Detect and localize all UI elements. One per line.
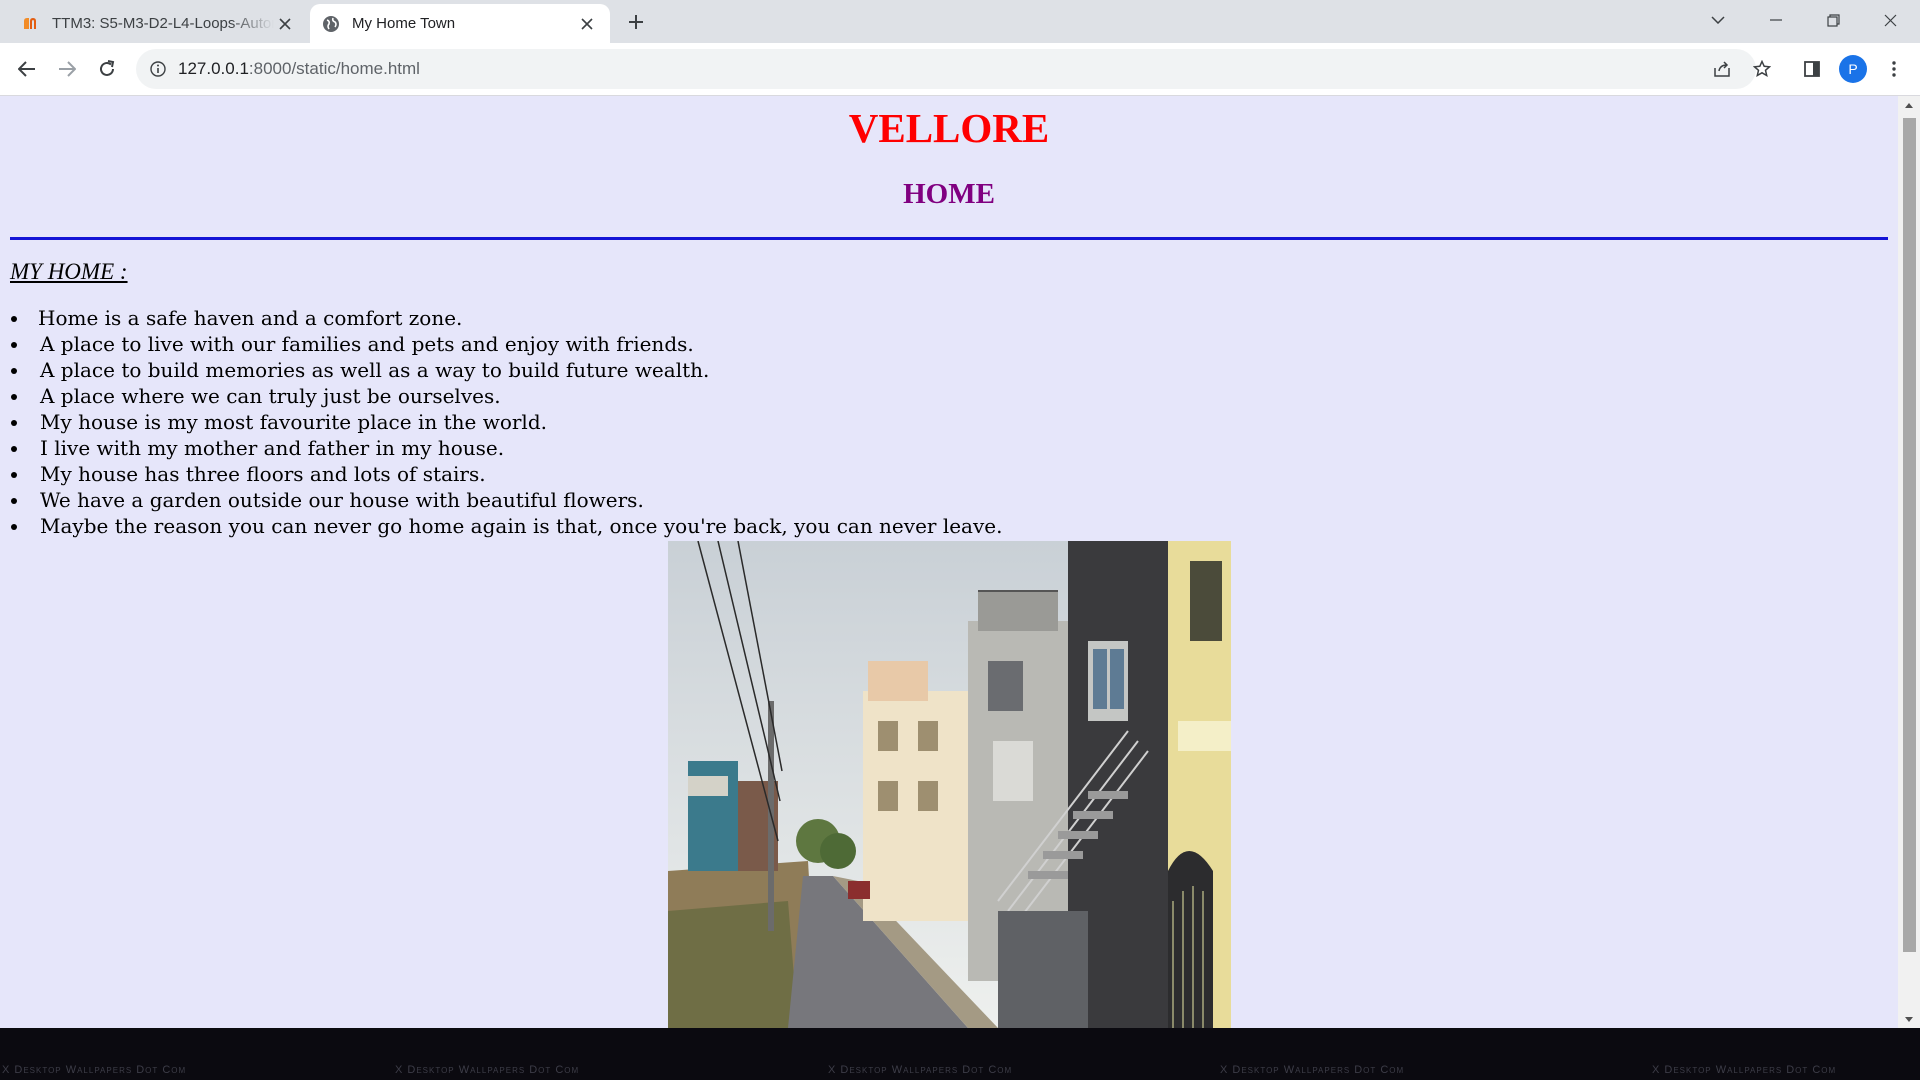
url-path: :8000/static/home.html: [248, 59, 420, 78]
tab-title: TTM3: S5-M3-D2-L4-Loops-Automation: [52, 15, 274, 32]
section-title: MY HOME :: [10, 259, 128, 284]
close-icon[interactable]: [576, 13, 598, 35]
close-icon[interactable]: [274, 13, 296, 35]
list-item: Maybe the reason you can never go home a…: [10, 513, 1002, 539]
new-tab-button[interactable]: [622, 8, 650, 36]
street-with-houses-photo: [668, 541, 1231, 1028]
wallpaper-watermark: X Desktop Wallpapers Dot Com: [395, 1064, 580, 1076]
orange-logo-icon: [22, 15, 40, 33]
tab-my-home-town[interactable]: My Home Town: [310, 4, 610, 43]
browser-toolbar: 127.0.0.1:8000/static/home.html P: [0, 43, 1920, 96]
wallpaper-watermark: X Desktop Wallpapers Dot Com: [2, 1064, 187, 1076]
bookmark-star-icon[interactable]: [1746, 53, 1778, 85]
tab-search-chevron-down-icon[interactable]: [1690, 0, 1746, 40]
wallpaper-watermark: X Desktop Wallpapers Dot Com: [828, 1064, 1013, 1076]
wallpaper-watermark: X Desktop Wallpapers Dot Com: [1220, 1064, 1405, 1076]
address-bar[interactable]: 127.0.0.1:8000/static/home.html: [136, 49, 1756, 89]
tab-title: My Home Town: [352, 15, 456, 32]
close-window-button[interactable]: [1862, 0, 1918, 40]
side-panel-icon[interactable]: [1796, 53, 1828, 85]
minimize-button[interactable]: [1748, 0, 1804, 40]
list-item: My house is my most favourite place in t…: [10, 409, 1002, 435]
profile-avatar[interactable]: P: [1839, 55, 1867, 83]
home-bullet-list: Home is a safe haven and a comfort zone.…: [10, 305, 1002, 539]
scroll-down-arrow-icon[interactable]: [1898, 1010, 1920, 1028]
list-item: A place to live with our families and pe…: [10, 331, 1002, 357]
list-item: We have a garden outside our house with …: [10, 487, 1002, 513]
tab-ttm3[interactable]: TTM3: S5-M3-D2-L4-Loops-Automation: [10, 4, 308, 43]
back-button[interactable]: [11, 53, 43, 85]
list-item: My house has three floors and lots of st…: [10, 461, 1002, 487]
list-item: I live with my mother and father in my h…: [10, 435, 1002, 461]
info-icon[interactable]: [148, 59, 168, 79]
list-item: Home is a safe haven and a comfort zone.: [10, 305, 1002, 331]
page-heading: VELLORE: [848, 105, 1050, 151]
wallpaper-watermark: X Desktop Wallpapers Dot Com: [1652, 1064, 1837, 1076]
globe-icon: [322, 15, 340, 33]
vertical-scrollbar[interactable]: [1898, 96, 1920, 1028]
page-subheading: HOME: [903, 178, 995, 210]
reload-button[interactable]: [91, 53, 123, 85]
horizontal-rule: [10, 237, 1888, 240]
scroll-up-arrow-icon[interactable]: [1898, 96, 1920, 114]
scrollbar-thumb[interactable]: [1903, 118, 1916, 952]
forward-button[interactable]: [51, 53, 83, 85]
list-item: A place to build memories as well as a w…: [10, 357, 1002, 383]
tab-strip: TTM3: S5-M3-D2-L4-Loops-Automation My Ho…: [0, 0, 1920, 43]
menu-kebab-icon[interactable]: [1878, 53, 1910, 85]
share-icon[interactable]: [1706, 53, 1738, 85]
list-item: A place where we can truly just be ourse…: [10, 383, 1002, 409]
restore-button[interactable]: [1805, 0, 1861, 40]
url-host: 127.0.0.1: [178, 59, 249, 78]
url-text[interactable]: 127.0.0.1:8000/static/home.html: [178, 59, 420, 79]
